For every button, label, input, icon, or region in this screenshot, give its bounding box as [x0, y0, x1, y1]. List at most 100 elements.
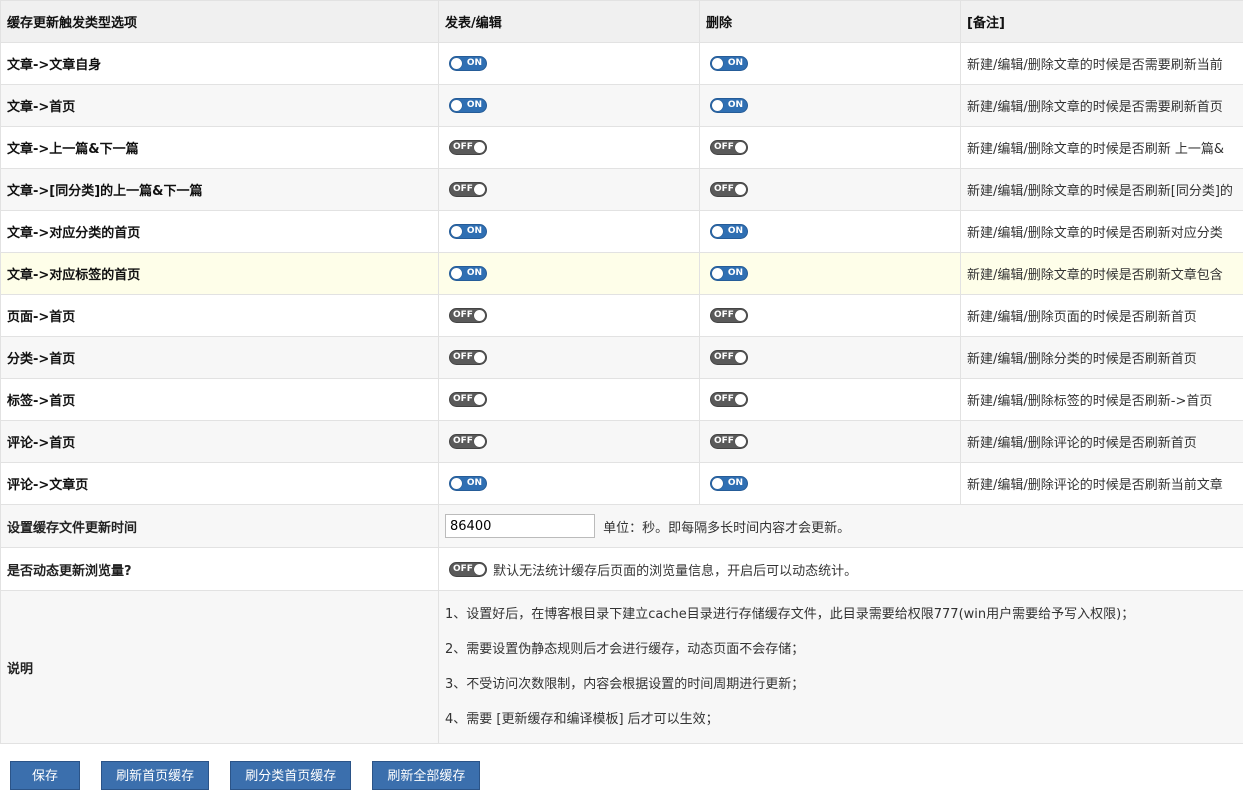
- publish-toggle[interactable]: ON: [449, 224, 487, 239]
- refresh-all-cache-button[interactable]: 刷新全部缓存: [372, 761, 481, 790]
- delete-toggle-cell: OFF: [699, 294, 961, 337]
- delete-toggle-cell: OFF: [699, 126, 961, 169]
- toggle-state-label: OFF: [453, 184, 473, 194]
- header-note: [备注]: [960, 0, 1243, 43]
- delete-toggle[interactable]: OFF: [710, 140, 748, 155]
- delete-toggle[interactable]: OFF: [710, 308, 748, 323]
- toggle-state-label: OFF: [714, 184, 734, 194]
- row-note: 新建/编辑/删除页面的时候是否刷新首页: [960, 294, 1243, 337]
- toggle-state-label: OFF: [453, 394, 473, 404]
- toggle-state-label: ON: [727, 226, 743, 236]
- toggle-knob: [451, 226, 462, 237]
- publish-toggle[interactable]: ON: [449, 98, 487, 113]
- publish-toggle-cell: OFF: [438, 420, 700, 463]
- delete-toggle[interactable]: ON: [710, 476, 748, 491]
- cache-time-cell: 单位：秒。即每隔多长时间内容才会更新。: [438, 504, 1243, 548]
- toggle-knob: [451, 58, 462, 69]
- publish-toggle-cell: OFF: [438, 168, 700, 211]
- toggle-knob: [474, 563, 485, 575]
- table-row: 评论->文章页 ON ON 新建/编辑/删除评论的时候是否刷新当前文章: [0, 462, 1243, 505]
- delete-toggle[interactable]: ON: [710, 266, 748, 281]
- delete-toggle[interactable]: OFF: [710, 392, 748, 407]
- toggle-knob: [474, 142, 485, 153]
- publish-toggle[interactable]: OFF: [449, 350, 487, 365]
- row-note: 新建/编辑/删除评论的时候是否刷新当前文章: [960, 462, 1243, 505]
- table-row: 文章->上一篇&下一篇 OFF OFF 新建/编辑/删除文章的时候是否刷新 上一篇&: [0, 126, 1243, 169]
- cache-time-row: 设置缓存文件更新时间 单位：秒。即每隔多长时间内容才会更新。: [0, 504, 1243, 548]
- delete-toggle[interactable]: OFF: [710, 182, 748, 197]
- row-label: 分类->首页: [0, 336, 439, 379]
- toggle-knob: [474, 310, 485, 321]
- toggle-state-label: ON: [466, 478, 482, 488]
- dynamic-views-hint: 默认无法统计缓存后页面的浏览量信息，开启后可以动态统计。: [493, 563, 858, 579]
- delete-toggle-cell: OFF: [699, 336, 961, 379]
- toggle-knob: [474, 394, 485, 405]
- publish-toggle[interactable]: OFF: [449, 182, 487, 197]
- row-label: 文章->[同分类]的上一篇&下一篇: [0, 168, 439, 211]
- description-list: 1、设置好后，在博客根目录下建立cache目录进行存储缓存文件，此目录需要给权限…: [438, 590, 1243, 744]
- publish-toggle-cell: ON: [438, 210, 700, 253]
- toggle-knob: [712, 58, 723, 69]
- toggle-state-label: OFF: [453, 142, 473, 152]
- delete-toggle-cell: ON: [699, 42, 961, 85]
- toggle-state-label: ON: [466, 58, 482, 68]
- publish-toggle[interactable]: OFF: [449, 434, 487, 449]
- toggle-state-label: OFF: [453, 352, 473, 362]
- publish-toggle[interactable]: ON: [449, 476, 487, 491]
- row-label: 评论->文章页: [0, 462, 439, 505]
- delete-toggle-cell: OFF: [699, 378, 961, 421]
- publish-toggle-cell: OFF: [438, 378, 700, 421]
- row-note: 新建/编辑/删除文章的时候是否刷新文章包含: [960, 252, 1243, 295]
- toggle-state-label: OFF: [714, 394, 734, 404]
- delete-toggle[interactable]: OFF: [710, 434, 748, 449]
- toggle-knob: [451, 100, 462, 111]
- toggle-knob: [451, 268, 462, 279]
- description-line: 2、需要设置伪静态规则后才会进行缓存，动态页面不会存储；: [445, 642, 805, 657]
- table-row: 文章->对应分类的首页 ON ON 新建/编辑/删除文章的时候是否刷新对应分类: [0, 210, 1243, 253]
- row-note: 新建/编辑/删除文章的时候是否需要刷新首页: [960, 84, 1243, 127]
- delete-toggle-cell: ON: [699, 210, 961, 253]
- row-note: 新建/编辑/删除文章的时候是否刷新对应分类: [960, 210, 1243, 253]
- toggle-state-label: OFF: [714, 310, 734, 320]
- row-note: 新建/编辑/删除文章的时候是否刷新[同分类]的: [960, 168, 1243, 211]
- delete-toggle[interactable]: OFF: [710, 350, 748, 365]
- toggle-knob: [735, 352, 746, 363]
- publish-toggle-cell: OFF: [438, 294, 700, 337]
- publish-toggle[interactable]: ON: [449, 266, 487, 281]
- dynamic-views-toggle[interactable]: OFF: [449, 561, 487, 577]
- refresh-category-cache-button[interactable]: 刷分类首页缓存: [230, 761, 352, 790]
- cache-time-hint: 单位：秒。即每隔多长时间内容才会更新。: [603, 520, 851, 536]
- save-button[interactable]: 保存: [10, 761, 81, 790]
- dynamic-views-row: 是否动态更新浏览量? OFF 默认无法统计缓存后页面的浏览量信息，开启后可以动态…: [0, 547, 1243, 591]
- cache-time-input[interactable]: [445, 514, 595, 538]
- publish-toggle[interactable]: OFF: [449, 392, 487, 407]
- toggle-knob: [474, 184, 485, 195]
- publish-toggle-cell: ON: [438, 252, 700, 295]
- table-row: 文章->[同分类]的上一篇&下一篇 OFF OFF 新建/编辑/删除文章的时候是否刷新…: [0, 168, 1243, 211]
- table-row: 评论->首页 OFF OFF 新建/编辑/删除评论的时候是否刷新首页: [0, 420, 1243, 463]
- delete-toggle[interactable]: ON: [710, 224, 748, 239]
- publish-toggle[interactable]: ON: [449, 56, 487, 71]
- toggle-state-label: ON: [727, 268, 743, 278]
- delete-toggle[interactable]: ON: [710, 98, 748, 113]
- refresh-home-cache-button[interactable]: 刷新首页缓存: [101, 761, 210, 790]
- publish-toggle[interactable]: OFF: [449, 308, 487, 323]
- row-note: 新建/编辑/删除文章的时候是否刷新 上一篇&: [960, 126, 1243, 169]
- description-row: 说明 1、设置好后，在博客根目录下建立cache目录进行存储缓存文件，此目录需要…: [0, 590, 1243, 744]
- toggle-knob: [712, 226, 723, 237]
- row-label: 文章->首页: [0, 84, 439, 127]
- row-note: 新建/编辑/删除文章的时候是否需要刷新当前: [960, 42, 1243, 85]
- toggle-state-label: ON: [727, 100, 743, 110]
- delete-toggle[interactable]: ON: [710, 56, 748, 71]
- publish-toggle-cell: ON: [438, 84, 700, 127]
- row-label: 标签->首页: [0, 378, 439, 421]
- toggle-knob: [712, 268, 723, 279]
- toggle-state-label: ON: [466, 100, 482, 110]
- description-label: 说明: [0, 590, 439, 744]
- delete-toggle-cell: OFF: [699, 168, 961, 211]
- header-publish-edit: 发表/编辑: [438, 0, 700, 43]
- table-row: 文章->首页 ON ON 新建/编辑/删除文章的时候是否需要刷新首页: [0, 84, 1243, 127]
- cache-settings-table: 缓存更新触发类型选项 发表/编辑 删除 [备注] 文章->文章自身 ON ON 新建/…: [0, 0, 1243, 744]
- toggle-knob: [474, 436, 485, 447]
- publish-toggle[interactable]: OFF: [449, 140, 487, 155]
